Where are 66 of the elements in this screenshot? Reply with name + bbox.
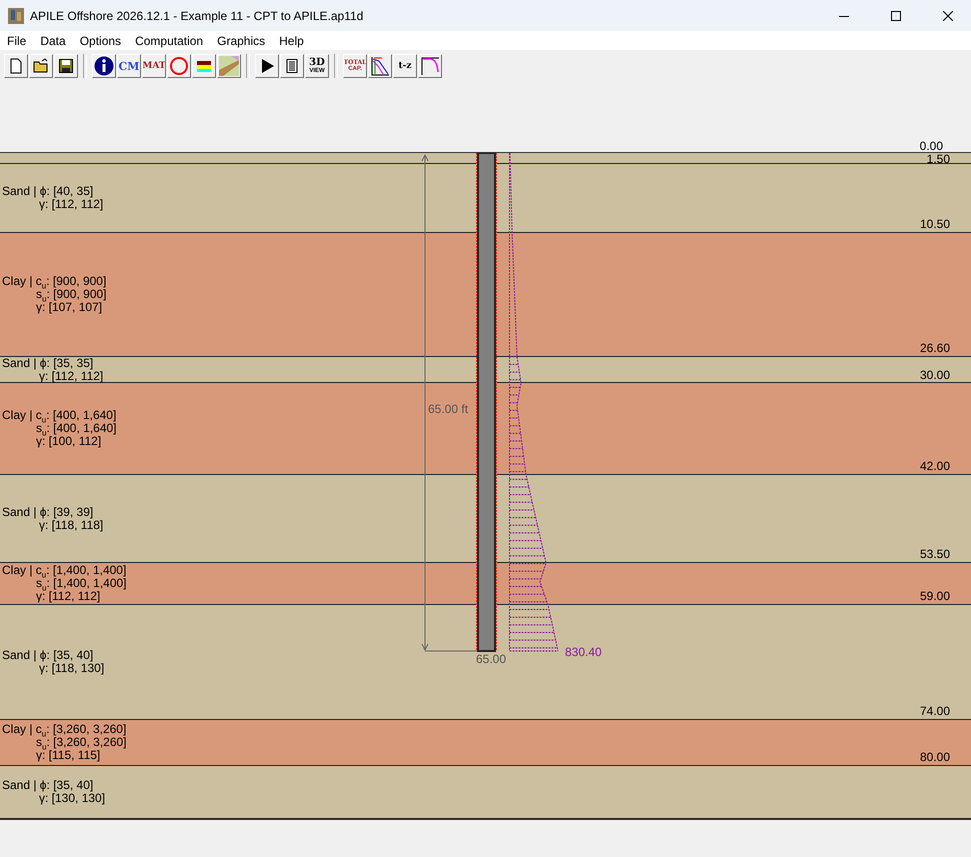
menu-item[interactable]: Graphics [217,34,272,48]
depth-label: 0.00 [920,140,943,152]
toolbar-button[interactable] [192,54,216,78]
menu-item[interactable]: Options [80,34,128,48]
layer-property-text: Sand | ϕ: [35, 35] [2,357,94,370]
document-lines-icon [284,58,300,74]
curves-chart-icon [370,56,390,76]
menu-item[interactable]: Help [279,34,311,48]
menu-item[interactable]: File [7,34,34,48]
app-logo-icon [8,8,24,24]
layer-property-text: s$_{u}$: [3,260, 3,260] [36,736,127,749]
layer-property-text: γ: [100, 112] [36,435,102,448]
soil-layers-icon [196,58,212,74]
layer-property-text: γ: [130, 130] [39,792,106,805]
toolbar-button[interactable] [92,54,116,78]
layer-property-text: γ: [115, 115] [36,749,100,762]
toolbar-button[interactable] [4,54,28,78]
maximize-icon [891,10,901,20]
depth-label: 26.60 [920,342,950,354]
pile-length-label: 65.00 ft [428,402,468,416]
layer-property-text: γ: [112, 112] [39,198,104,211]
layer-property-text: Clay | c$_{u}$: [1,400, 1,400] [2,564,126,577]
play-icon [259,58,275,74]
max-resistance-label: 830.40 [565,645,602,659]
circle-icon [169,56,189,76]
layer-property-text: γ: [112, 112] [36,590,100,603]
depth-label: 74.00 [920,705,950,717]
depth-label: 42.00 [920,460,950,472]
layer-property-text: Sand | ϕ: [35, 40] [2,779,94,792]
layer-property-text: γ: [118, 118] [39,518,104,532]
toolbar-button[interactable]: t-z [393,54,417,78]
toolbar-button[interactable] [29,54,53,78]
layer-property-text: s$_{u}$: [400, 1,640] [36,422,117,435]
new-file-icon [8,58,24,74]
info-icon [94,56,114,76]
folder-icon [33,58,49,74]
depth-label: 80.00 [920,751,950,763]
curve-chart-icon [420,56,440,76]
depth-label: 53.50 [920,548,950,560]
depth-label: 59.00 [920,590,950,602]
layer-property-text: Sand | ϕ: [39, 39] [2,506,94,518]
pile-tip-depth-label: 65.00 [476,652,506,666]
layer-property-text: Clay | c$_{u}$: [3,260, 3,260] [2,723,126,736]
layer-property-text: s$_{u}$: [1,400, 1,400] [36,577,127,590]
toolbar-button[interactable] [280,54,304,78]
depth-label: 10.50 [920,218,950,230]
layer-property-text: Sand | ϕ: [35, 40] [2,649,94,662]
depth-label: 30.00 [920,369,950,381]
close-icon [943,10,953,20]
terrain-map-icon [219,56,239,76]
toolbar-button[interactable] [368,54,392,78]
depth-label: 1.50 [926,153,950,165]
toolbar-button[interactable] [54,54,78,78]
window-title: APILE Offshore 2026.12.1 - Example 11 - CPT to APILE.ap11d [30,8,364,22]
layer-property-text: s$_{u}$: [900, 900] [36,288,106,301]
layer-property-text: Clay | c$_{u}$: [900, 900] [2,275,106,288]
toolbar-button[interactable] [255,54,279,78]
layer-property-text: Clay | c$_{u}$: [400, 1,640] [2,409,116,422]
layer-property-text: Sand | ϕ: [40, 35] [2,185,94,198]
menu-item[interactable]: Data [40,34,73,48]
toolbar-button[interactable]: CM [117,54,141,78]
layer-property-text: γ: [112, 112] [39,370,104,383]
menu-item[interactable]: Computation [135,34,210,48]
layer-property-text: γ: [107, 107] [36,301,102,314]
toolbar-button[interactable] [418,54,442,78]
layer-property-text: γ: [118, 130] [39,662,104,675]
